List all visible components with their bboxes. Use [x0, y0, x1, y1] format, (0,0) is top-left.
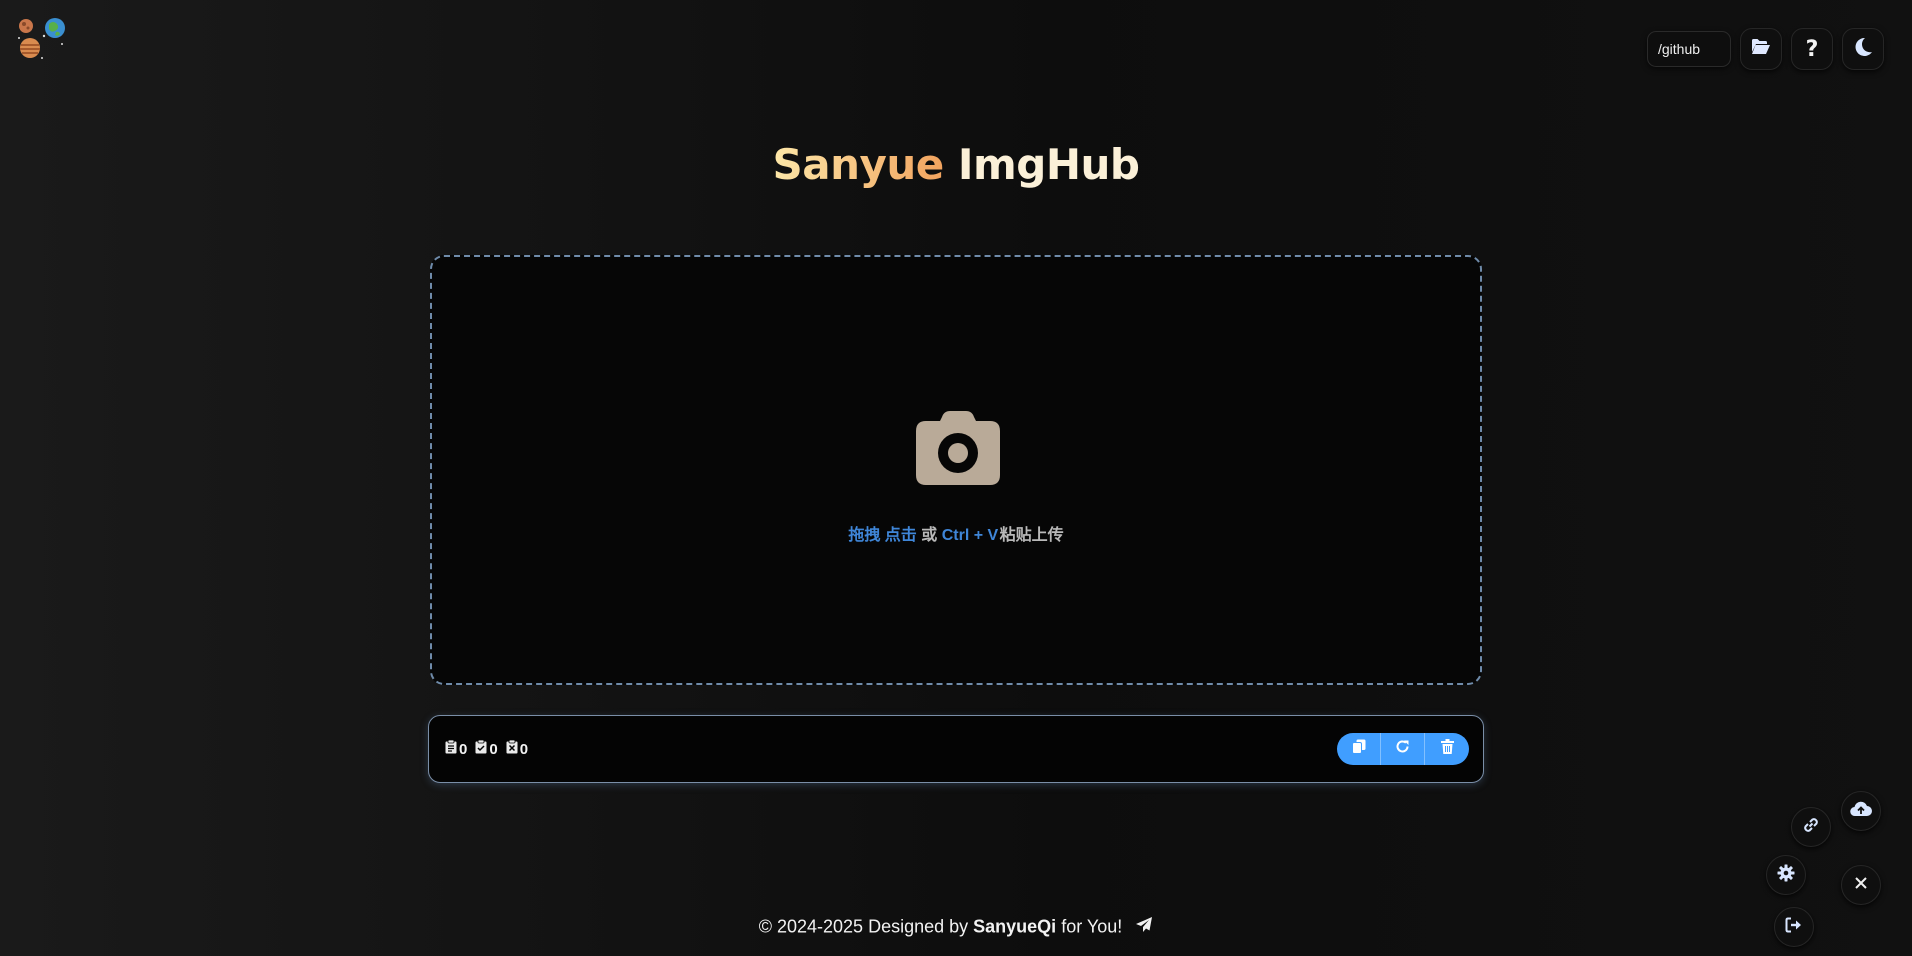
total-count: 0 — [445, 739, 468, 758]
folder-open-icon — [1751, 38, 1771, 60]
upload-dropzone[interactable]: 拖拽 点击 或 Ctrl + V 粘贴上传 — [430, 255, 1482, 685]
copy-all-button[interactable] — [1337, 733, 1381, 765]
success-count: 0 — [475, 739, 498, 758]
folder-open-button[interactable] — [1740, 28, 1782, 70]
settings-button[interactable] — [1766, 855, 1806, 895]
failed-count: 0 — [506, 739, 529, 758]
footer-author[interactable]: SanyueQi — [973, 916, 1056, 936]
footer-prefix: © 2024-2025 Designed by — [758, 916, 969, 937]
clipboard-list-icon — [445, 739, 457, 758]
logout-icon — [1785, 917, 1803, 938]
upload-method-button[interactable] — [1841, 791, 1881, 831]
paper-plane-icon[interactable] — [1135, 916, 1153, 939]
page-title: Sanyue ImgHub — [0, 140, 1912, 189]
top-toolbar: ? — [1647, 28, 1884, 70]
total-count-value: 0 — [459, 740, 468, 758]
link-icon — [1801, 815, 1821, 840]
clipboard-x-icon — [506, 739, 518, 758]
title-part-imghub: ImgHub — [957, 140, 1140, 189]
hint-drag: 拖拽 — [848, 527, 881, 544]
upload-status-bar: 0 0 0 — [428, 715, 1484, 783]
hint-click[interactable]: 点击 — [885, 527, 917, 544]
footer: © 2024-2025 Designed by SanyueQi for You… — [0, 916, 1912, 939]
close-menu-button[interactable] — [1841, 865, 1881, 905]
upload-hint: 拖拽 点击 或 Ctrl + V 粘贴上传 — [432, 521, 1480, 545]
link-format-button[interactable] — [1791, 807, 1831, 847]
copy-icon — [1351, 739, 1366, 759]
logout-button[interactable] — [1774, 907, 1814, 947]
moon-icon — [1852, 36, 1874, 63]
hint-paste: 粘贴上传 — [999, 527, 1064, 544]
planets-logo-icon[interactable] — [14, 14, 68, 64]
footer-suffix: for You! — [1061, 916, 1123, 937]
success-count-value: 0 — [489, 740, 498, 758]
hint-shortcut: Ctrl + V — [941, 527, 999, 544]
refresh-icon — [1395, 739, 1410, 759]
close-icon — [1854, 876, 1868, 895]
clipboard-check-icon — [475, 739, 487, 758]
camera-icon — [916, 409, 1000, 487]
title-part-sanyue: Sanyue — [772, 140, 945, 189]
question-icon: ? — [1805, 36, 1819, 62]
cloud-upload-icon — [1850, 801, 1872, 822]
failed-count-value: 0 — [519, 740, 529, 758]
hint-or: 或 — [921, 527, 938, 544]
upload-counts: 0 0 0 — [445, 739, 529, 758]
clear-button[interactable] — [1425, 733, 1469, 765]
status-action-group — [1337, 733, 1469, 765]
gear-icon — [1777, 864, 1795, 887]
help-button[interactable]: ? — [1791, 28, 1833, 70]
theme-toggle-button[interactable] — [1842, 28, 1884, 70]
trash-icon — [1440, 739, 1454, 759]
upload-path-input[interactable] — [1647, 31, 1731, 67]
retry-button[interactable] — [1381, 733, 1425, 765]
